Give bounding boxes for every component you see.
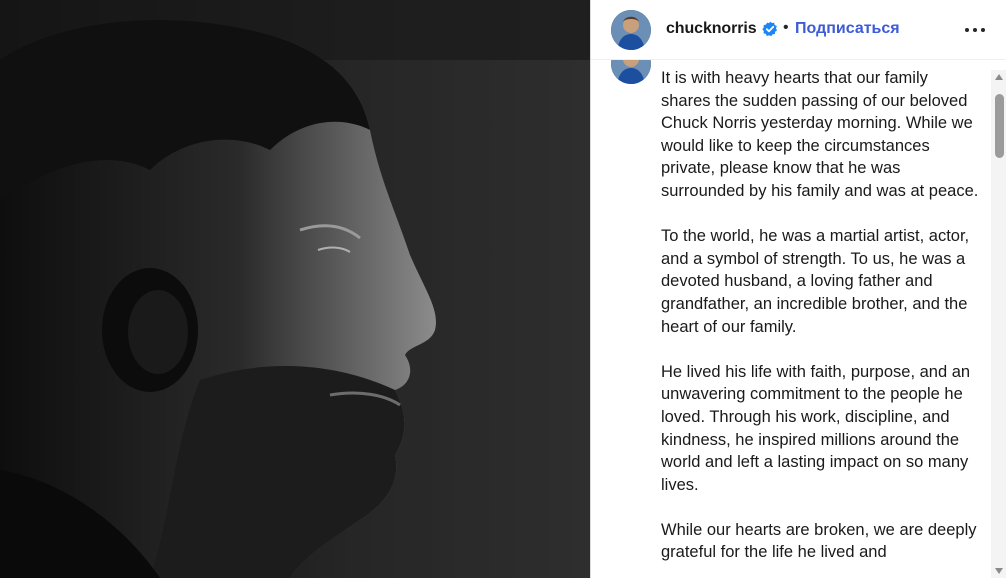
post-details-panel: chucknorris • Подписаться It is with hea… [590,0,1006,578]
follow-button[interactable]: Подписаться [795,20,900,38]
scrollbar[interactable] [991,70,1006,578]
scrollbar-thumb[interactable] [995,94,1004,158]
caption-paragraph: It is with heavy hearts that our family … [661,69,979,200]
verified-badge-icon [762,21,778,37]
separator-dot: • [783,19,789,36]
portrait-illustration [0,0,590,578]
avatar[interactable] [611,10,651,50]
caption-avatar[interactable] [611,60,651,84]
post-photo[interactable] [0,0,590,578]
post-caption: It is with heavy hearts that our family … [661,67,981,578]
caption-paragraph: While our hearts are broken, we are deep… [661,520,977,562]
caption-scroll-area[interactable]: It is with heavy hearts that our family … [591,60,991,578]
more-options-icon[interactable] [963,18,987,42]
scroll-down-arrow-icon[interactable] [995,568,1003,574]
scroll-up-arrow-icon[interactable] [995,74,1003,80]
username-link[interactable]: chucknorris [666,20,757,38]
post-header: chucknorris • Подписаться [591,0,1006,60]
caption-paragraph: He lived his life with faith, purpose, a… [661,362,971,494]
caption-paragraph: To the world, he was a martial artist, a… [661,227,970,336]
